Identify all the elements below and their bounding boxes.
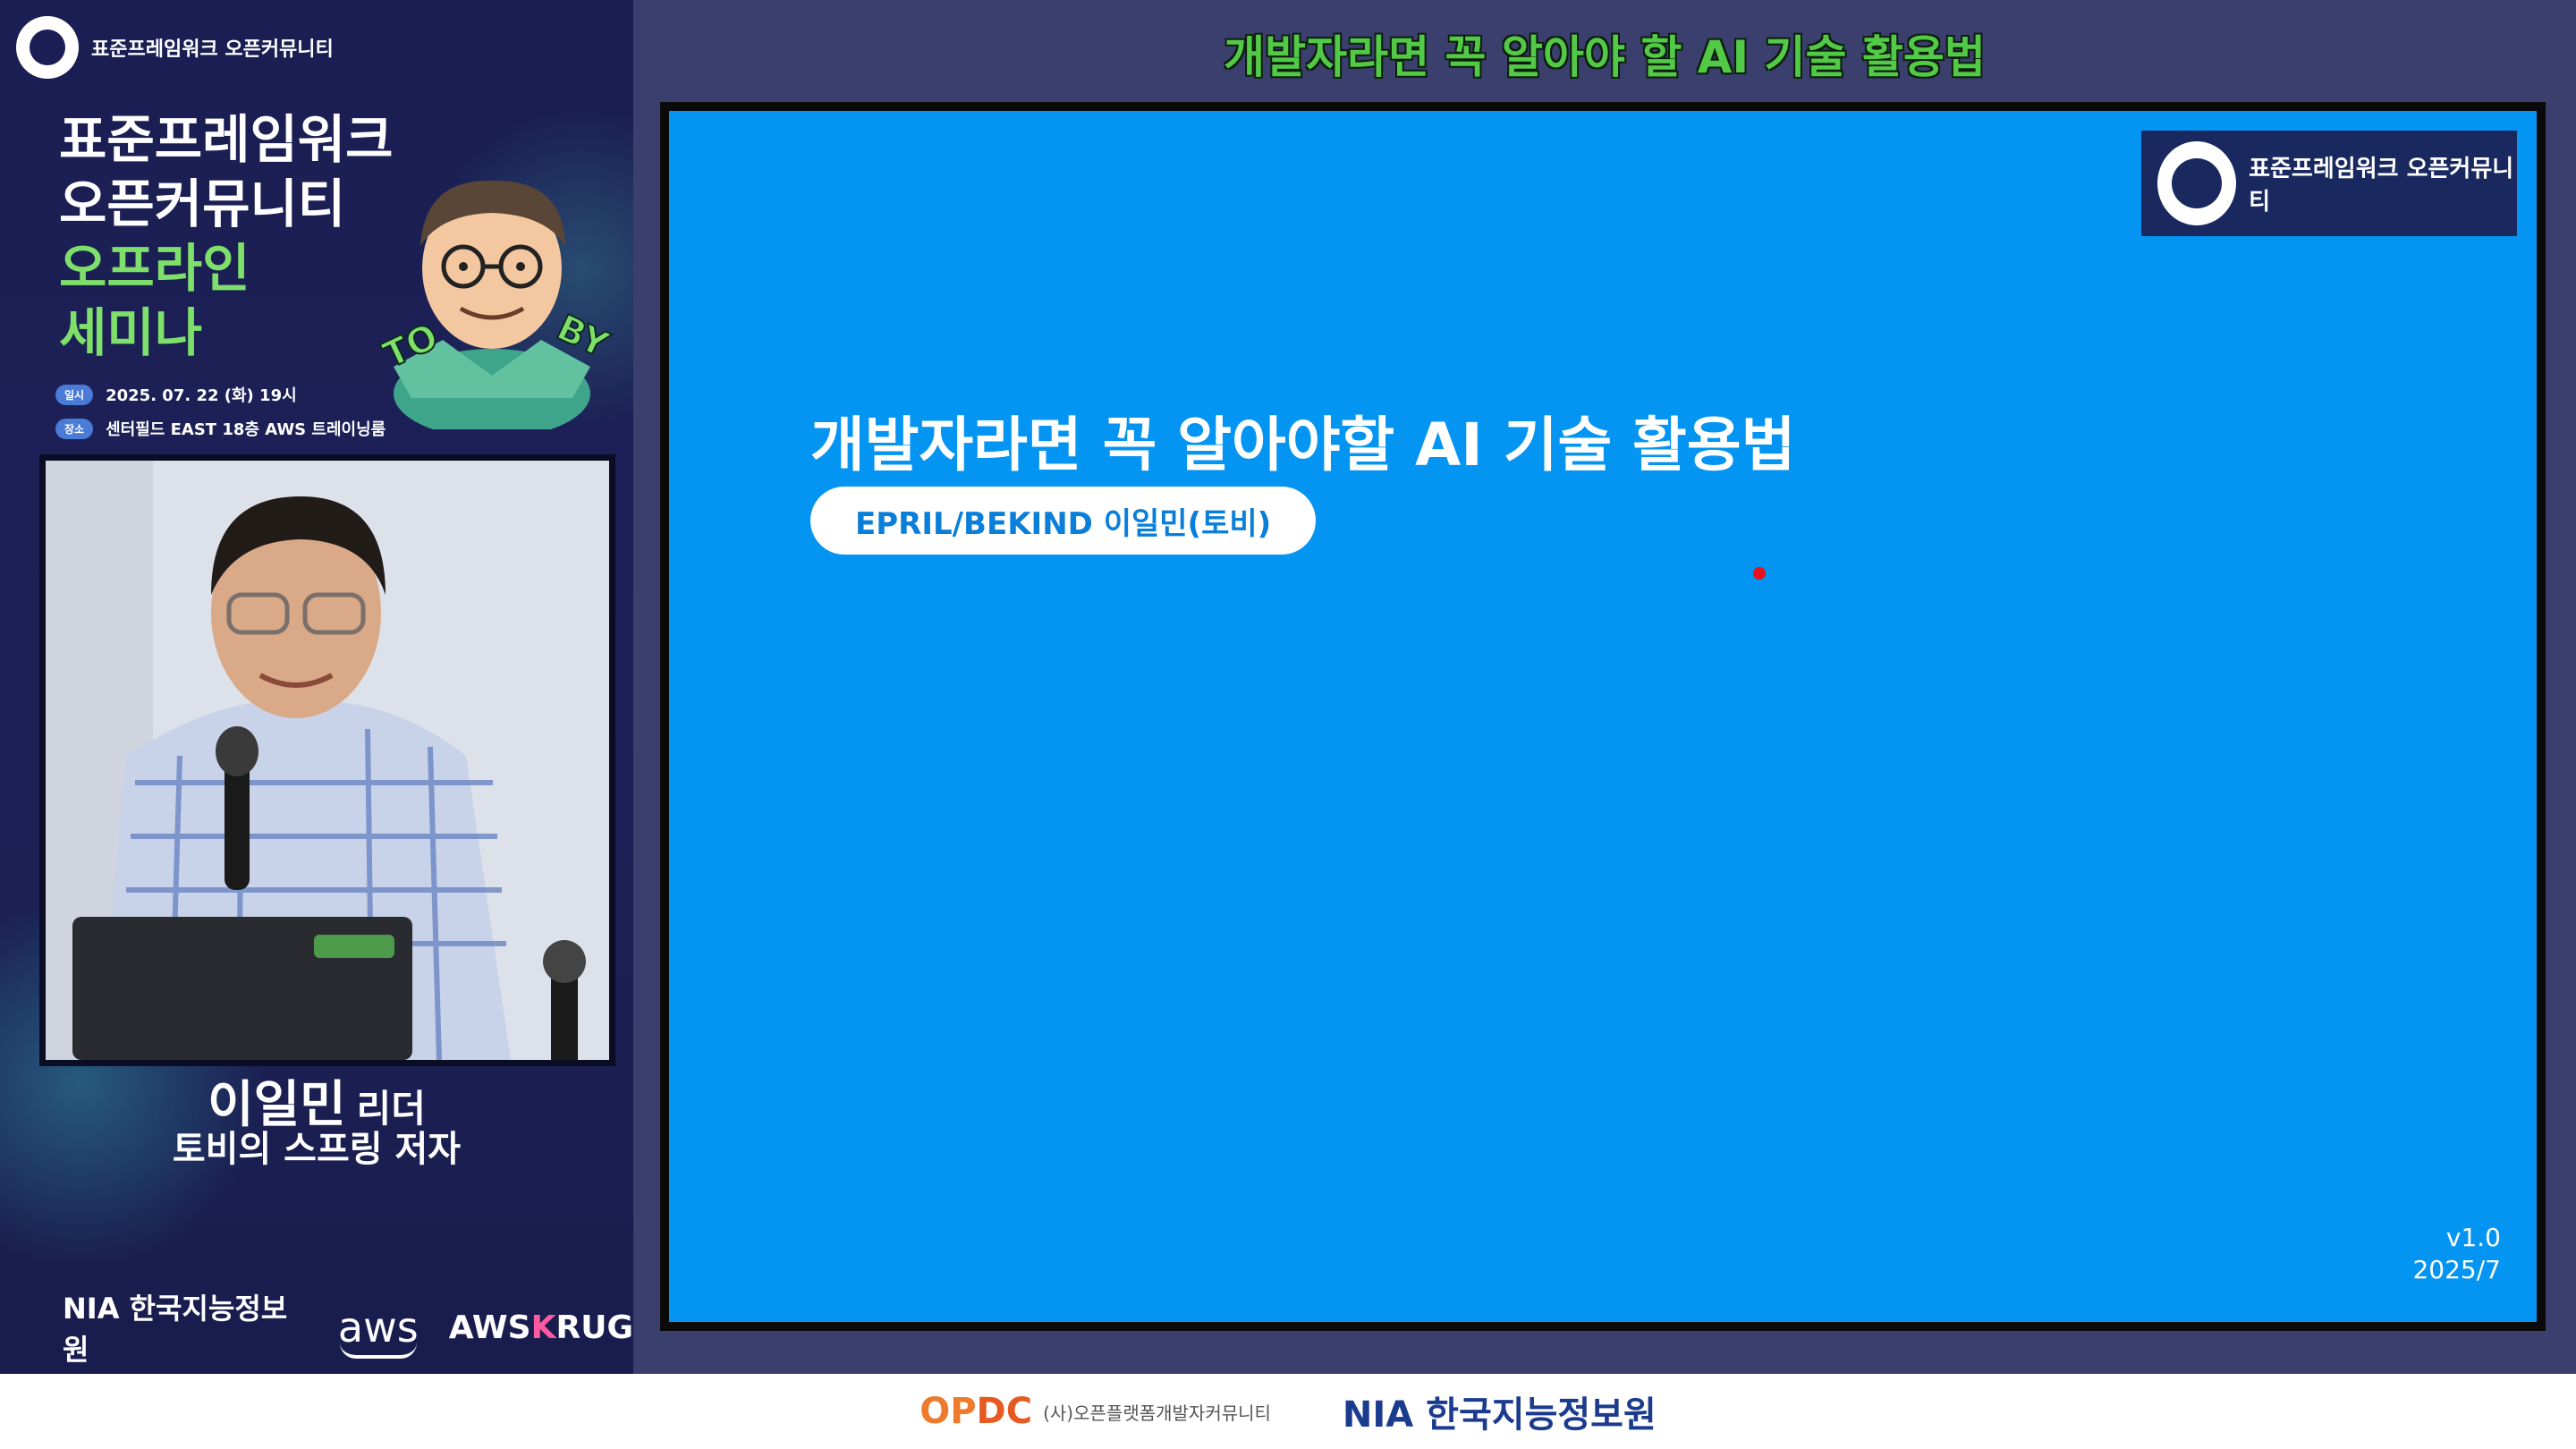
opdc-mark-op: OP	[919, 1391, 977, 1432]
nia-logo: NIA 한국지능정보원	[63, 1292, 288, 1367]
aws-logo: aws	[338, 1303, 419, 1359]
title-line-green: 오프라인	[59, 238, 250, 299]
title-line-green: 세미나	[59, 302, 203, 363]
date-tag: 일시	[55, 384, 94, 405]
version-date: 2025/7	[2412, 1255, 2501, 1284]
opdc-text: (사)오픈플랫폼개발자커뮤니티	[1043, 1402, 1271, 1424]
egovframe-logo-icon	[2157, 141, 2237, 225]
bottom-sponsor-bar: OPDC (사)오픈플랫폼개발자커뮤니티 NIA 한국지능정보원	[0, 1374, 2576, 1449]
slide-title: 개발자라면 꼭 알아야할 AI 기술 활용법	[810, 411, 1796, 479]
version-text: v1.0	[2445, 1223, 2501, 1252]
aws-smile-icon	[339, 1343, 417, 1359]
awskrug-k: K	[530, 1309, 556, 1346]
seminar-title: 표준프레임워크 오픈커뮤니티 오프라인 세미나	[59, 107, 394, 365]
speaker-person-icon	[46, 461, 609, 1060]
bottom-logos: OPDC (사)오픈플랫폼개발자커뮤니티 NIA 한국지능정보원	[0, 1374, 2576, 1449]
opdc-logo: OPDC (사)오픈플랫폼개발자커뮤니티	[919, 1391, 1271, 1432]
speaker-video-feed	[39, 454, 615, 1066]
presentation-slide: 표준프레임워크 오픈커뮤니티 개발자라면 꼭 알아야할 AI 기술 활용법 EP…	[660, 102, 2546, 1331]
session-heading: 개발자라면 꼭 알아야 할 AI 기술 활용법	[1224, 31, 1986, 83]
slide-canvas: 표준프레임워크 오픈커뮤니티 개발자라면 꼭 알아야할 AI 기술 활용법 EP…	[669, 111, 2537, 1322]
date-text: 2025. 07. 22 (화) 19시	[106, 386, 297, 405]
date-row: 일시 2025. 07. 22 (화) 19시	[55, 383, 297, 406]
nia-logo-bottom: NIA 한국지능정보원	[1342, 1394, 1657, 1436]
laser-pointer-icon	[1753, 567, 1766, 580]
awskrug-part: RUG	[555, 1309, 633, 1346]
title-line: 표준프레임워크	[59, 109, 394, 170]
slide-brand-logo: 표준프레임워크 오픈커뮤니티	[2141, 131, 2517, 236]
slide-logo-text: 표준프레임워크 오픈커뮤니티	[2249, 156, 2514, 216]
toby-mascot-icon: TO BY	[377, 180, 616, 429]
brand-header: 표준프레임워크 오픈커뮤니티	[16, 16, 334, 79]
egovframe-logo-icon	[16, 16, 79, 79]
title-line: 오픈커뮤니티	[59, 174, 346, 234]
awskrug-logo: AWSKRUG	[449, 1309, 633, 1346]
awskrug-part: AWS	[448, 1309, 531, 1346]
seminar-side-panel: 표준프레임워크 오픈커뮤니티 표준프레임워크 오픈커뮤니티 오프라인 세미나 일…	[0, 0, 633, 1374]
place-text: 센터필드 EAST 18층 AWS 트레이닝룸	[106, 420, 386, 439]
slide-version-info: v1.0 2025/7	[2412, 1222, 2501, 1286]
opdc-mark: OPDC	[919, 1391, 1032, 1432]
place-tag: 장소	[55, 418, 94, 439]
sponsor-logos: NIA 한국지능정보원 aws AWSKRUG	[63, 1286, 633, 1368]
brand-name: 표준프레임워크 오픈커뮤니티	[91, 38, 334, 61]
slide-author-pill: EPRIL/BEKIND 이일민(토비)	[810, 487, 1317, 555]
opdc-mark-dc: DC	[976, 1391, 1033, 1432]
place-row: 장소 센터필드 EAST 18층 AWS 트레이닝룸	[55, 417, 386, 440]
speaker-role: 토비의 스프링 저자	[172, 1129, 462, 1170]
